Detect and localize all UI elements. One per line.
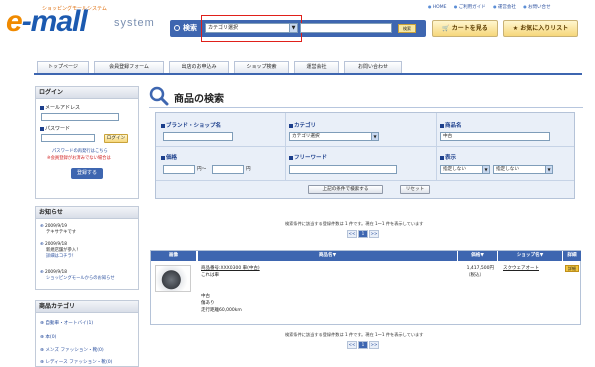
pager-prev[interactable]: << — [347, 341, 357, 349]
mall-logo[interactable]: ショッピングモールシステム e-mall system — [6, 3, 166, 43]
brand-input[interactable] — [163, 132, 233, 141]
shop-link[interactable]: スクウェアオート — [503, 266, 539, 272]
login-button[interactable]: ログイン — [104, 134, 128, 143]
tab-top-page[interactable]: トップページ — [37, 61, 89, 73]
category-item[interactable]: レディース ファッション・靴(0) — [40, 359, 112, 365]
col-image: 画像 — [151, 251, 196, 261]
news-box: お知らせ 2009/9/19 テキサテキです 2009/9/18 新規店舗が参入… — [35, 206, 139, 290]
price-from-input[interactable] — [163, 165, 195, 174]
product-thumbnail[interactable] — [155, 265, 191, 292]
news-item: 2009/9/18 ショッピングモールからのお知らせ — [40, 270, 115, 282]
result-summary-bottom: 検索条件に該当する登録件数は 1 件です。現在 1〜1 件を表示しています — [285, 332, 424, 337]
pager-next[interactable]: >> — [369, 230, 379, 238]
title-divider — [149, 107, 583, 108]
main-nav: トップページ 会員登録フォーム 出店のお申込み ショップ検索 運営会社 お問い合… — [34, 61, 582, 75]
product-link[interactable]: 商品番号:XXX0300 車(中古) — [201, 266, 260, 272]
pager-next[interactable]: >> — [369, 341, 379, 349]
email-field[interactable] — [41, 113, 119, 121]
highlight-box — [201, 15, 302, 42]
news-item: 2009/9/18 新規店舗が参入！ 詳細はコチラ！ — [40, 242, 80, 260]
tab-shop-application[interactable]: 出店のお申込み — [169, 61, 229, 73]
login-title: ログイン — [36, 87, 138, 99]
contact-link[interactable]: お問い合せ — [523, 5, 550, 10]
forgot-password-link[interactable]: パスワードの再発行はこちら — [52, 148, 108, 154]
tab-contact[interactable]: お問い合わせ — [344, 61, 402, 73]
price-to-suffix: 円 — [246, 167, 251, 172]
register-notice: ※会員登録がお済みでない場合は — [47, 156, 111, 161]
pager-page[interactable]: 1 — [358, 230, 368, 238]
category-item[interactable]: 自動車・オートバイ(1) — [40, 320, 93, 326]
news-detail-link[interactable]: 詳細はコチラ！ — [40, 254, 80, 260]
chevron-down-icon: ▼ — [482, 166, 489, 173]
pager-top: << 1 >> — [347, 230, 380, 238]
product-desc: 中古 — [201, 294, 210, 299]
pager-bottom: << 1 >> — [347, 341, 380, 349]
brand-label: ブランド・ショップ名 — [161, 121, 221, 129]
email-label: メールアドレス — [40, 104, 80, 111]
news-title: お知らせ — [36, 207, 138, 219]
result-summary: 検索条件に該当する登録件数は 1 件です。現在 1〜1 件を表示しています — [285, 221, 424, 226]
display-select-2[interactable]: 指定しない ▼ — [493, 165, 553, 174]
category-select[interactable]: カテゴリ選択 ▼ — [289, 132, 379, 141]
display-select-1[interactable]: 指定しない ▼ — [440, 165, 490, 174]
pager-prev[interactable]: << — [347, 230, 357, 238]
col-price[interactable]: 価格▼ — [457, 251, 497, 261]
chevron-down-icon: ▼ — [371, 133, 378, 140]
tab-company[interactable]: 運営会社 — [294, 61, 339, 73]
home-link[interactable]: HOME — [428, 5, 446, 10]
results-table: 画像 商品名▼ 価格▼ ショップ名▼ 詳細 商品番号:XXX0300 車(中古)… — [150, 250, 581, 325]
chevron-down-icon: ▼ — [545, 166, 552, 173]
col-detail: 詳細 — [562, 251, 581, 261]
category-title: 商品カテゴリ — [36, 301, 138, 313]
search-icon — [174, 25, 180, 31]
register-button[interactable]: 登録する — [71, 168, 103, 179]
category-box: 商品カテゴリ 自動車・オートバイ(1) 本(0) メンズ ファッション・靴(0)… — [35, 300, 139, 367]
display-label: 表示 — [440, 153, 456, 161]
product-name-input[interactable]: 中古 — [440, 132, 550, 141]
product-desc: これは車 — [201, 273, 219, 278]
favorites-list-button[interactable]: ★ お気に入りリスト — [503, 20, 578, 37]
header-search-button[interactable]: 検索 — [398, 24, 416, 33]
col-product-name[interactable]: 商品名▼ — [197, 251, 457, 261]
search-label: 検索 — [183, 24, 197, 32]
magnifier-icon — [149, 86, 169, 106]
login-box: ログイン メールアドレス パスワード ログイン パスワードの再発行はこちら ※会… — [35, 86, 139, 199]
category-item[interactable]: メンズ ファッション・靴(0) — [40, 347, 103, 353]
category-item[interactable]: 本(0) — [40, 334, 56, 340]
logo-system-text: system — [114, 17, 155, 29]
password-label: パスワード — [40, 125, 70, 132]
search-submit-button[interactable]: 上記の条件で検索する — [308, 185, 383, 194]
guide-link[interactable]: ご利用ガイド — [454, 5, 486, 10]
price-label: 価格 — [161, 153, 177, 161]
price-tax-note: （税込） — [466, 273, 484, 278]
reset-button[interactable]: リセット — [400, 185, 430, 194]
freeword-input[interactable] — [289, 165, 397, 174]
product-desc: 傷あり — [201, 301, 215, 306]
header-keyword-input[interactable] — [300, 23, 392, 33]
category-label: カテゴリ — [289, 121, 316, 129]
col-shop-name[interactable]: ショップ名▼ — [497, 251, 562, 261]
search-form: ブランド・ショップ名 カテゴリ カテゴリ選択 ▼ 商品名 中古 価格 円〜 円 フ… — [155, 112, 575, 199]
news-item: 2009/9/19 テキサテキです — [40, 224, 76, 236]
price-to-input[interactable] — [212, 165, 244, 174]
tab-member-registration[interactable]: 会員登録フォーム — [94, 61, 164, 73]
product-desc: 走行距離60,000km — [201, 308, 242, 313]
freeword-label: フリーワード — [289, 153, 327, 161]
logo-wordmark: e-mall — [6, 5, 88, 38]
company-link[interactable]: 運営会社 — [493, 5, 516, 10]
pager-page[interactable]: 1 — [358, 341, 368, 349]
product-name-label: 商品名 — [440, 121, 462, 129]
view-cart-button[interactable]: 🛒 カートを見る — [432, 20, 498, 37]
price-from-suffix: 円〜 — [197, 167, 207, 172]
tab-shop-search[interactable]: ショップ検索 — [234, 61, 289, 73]
password-field[interactable] — [41, 134, 95, 142]
page-title: 商品の検索 — [174, 94, 224, 105]
top-links: HOME ご利用ガイド 運営会社 お問い合せ — [428, 4, 557, 10]
product-price: 1,417,500円 — [466, 266, 494, 271]
detail-button[interactable]: 詳細 — [565, 265, 579, 272]
